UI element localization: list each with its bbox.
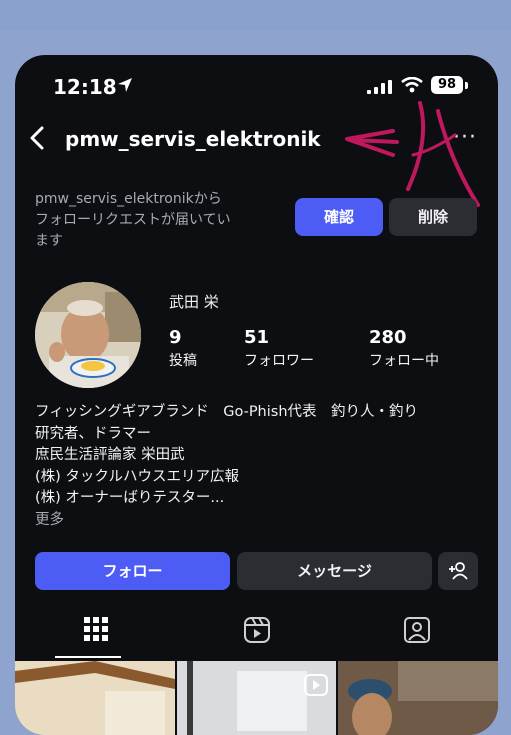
stat-value: 51 <box>244 327 270 348</box>
wifi-icon <box>401 76 423 97</box>
back-arrow-icon[interactable] <box>27 125 47 155</box>
post-thumbnail[interactable] <box>15 661 175 735</box>
location-arrow-icon <box>116 76 134 98</box>
status-bar: 12:18 98 <box>15 55 498 115</box>
profile-display-name: 武田 栄 <box>169 293 219 311</box>
suggested-users-button[interactable] <box>438 552 478 590</box>
tagged-icon <box>403 617 431 648</box>
background-top-strip <box>0 0 511 30</box>
stat-posts[interactable]: 9 投稿 <box>169 327 197 370</box>
follow-request-line: pmw_servis_elektronikから <box>35 191 222 207</box>
battery-indicator: 98 <box>431 76 463 94</box>
profile-bio: フィッシングギアブランド Go-Phish代表 釣り人・釣り 研究者、ドラマー … <box>35 402 490 531</box>
post-thumbnail[interactable] <box>177 661 336 735</box>
grid-icon <box>83 617 109 646</box>
phone-screen: 12:18 98 pmw_servis_elektronik ··· pmw_s… <box>15 55 498 735</box>
add-user-icon <box>447 562 469 594</box>
more-options-icon[interactable]: ··· <box>453 125 477 150</box>
bio-line: 庶民生活評論家 栄田武 <box>35 447 185 463</box>
bio-line: フィッシングギアブランド Go-Phish代表 釣り人・釣り <box>35 404 419 420</box>
stat-label: 投稿 <box>169 353 197 369</box>
profile-tabs <box>15 608 498 658</box>
follow-button[interactable]: フォロー <box>35 552 230 590</box>
header-username: pmw_servis_elektronik <box>65 127 321 151</box>
signal-icon <box>367 79 393 98</box>
bio-more-link[interactable]: 更多 <box>35 510 490 532</box>
bio-line: (株) オーナーばりテスター... <box>35 490 225 506</box>
tab-posts-grid[interactable] <box>66 616 126 650</box>
follow-request-line: フォローリクエストが届いてい <box>35 212 231 228</box>
bio-line: 研究者、ドラマー <box>35 425 151 442</box>
profile-header: pmw_servis_elektronik ··· <box>15 117 498 161</box>
tab-reels[interactable] <box>227 616 287 650</box>
status-time: 12:18 <box>53 75 117 99</box>
avatar[interactable] <box>35 282 141 388</box>
stat-value: 9 <box>169 327 182 348</box>
stat-label: フォロワー <box>244 353 314 369</box>
stat-following[interactable]: 280 フォロー中 <box>369 327 439 370</box>
tab-tagged[interactable] <box>387 616 447 650</box>
battery-tip <box>465 82 468 89</box>
follow-request-line: ます <box>35 233 63 249</box>
follow-request-message: pmw_servis_elektronikから フォローリクエストが届いてい ま… <box>35 189 273 252</box>
reels-icon <box>243 617 271 648</box>
delete-request-button[interactable]: 削除 <box>389 198 477 236</box>
stat-value: 280 <box>369 327 407 348</box>
bio-line: (株) タックルハウスエリア広報 <box>35 468 239 485</box>
selected-tab-indicator <box>55 656 121 658</box>
stat-followers[interactable]: 51 フォロワー <box>244 327 314 370</box>
post-thumbnail[interactable] <box>338 661 498 735</box>
confirm-request-button[interactable]: 確認 <box>295 198 383 236</box>
posts-grid <box>15 661 498 735</box>
stat-label: フォロー中 <box>369 353 439 369</box>
message-button[interactable]: メッセージ <box>237 552 432 590</box>
